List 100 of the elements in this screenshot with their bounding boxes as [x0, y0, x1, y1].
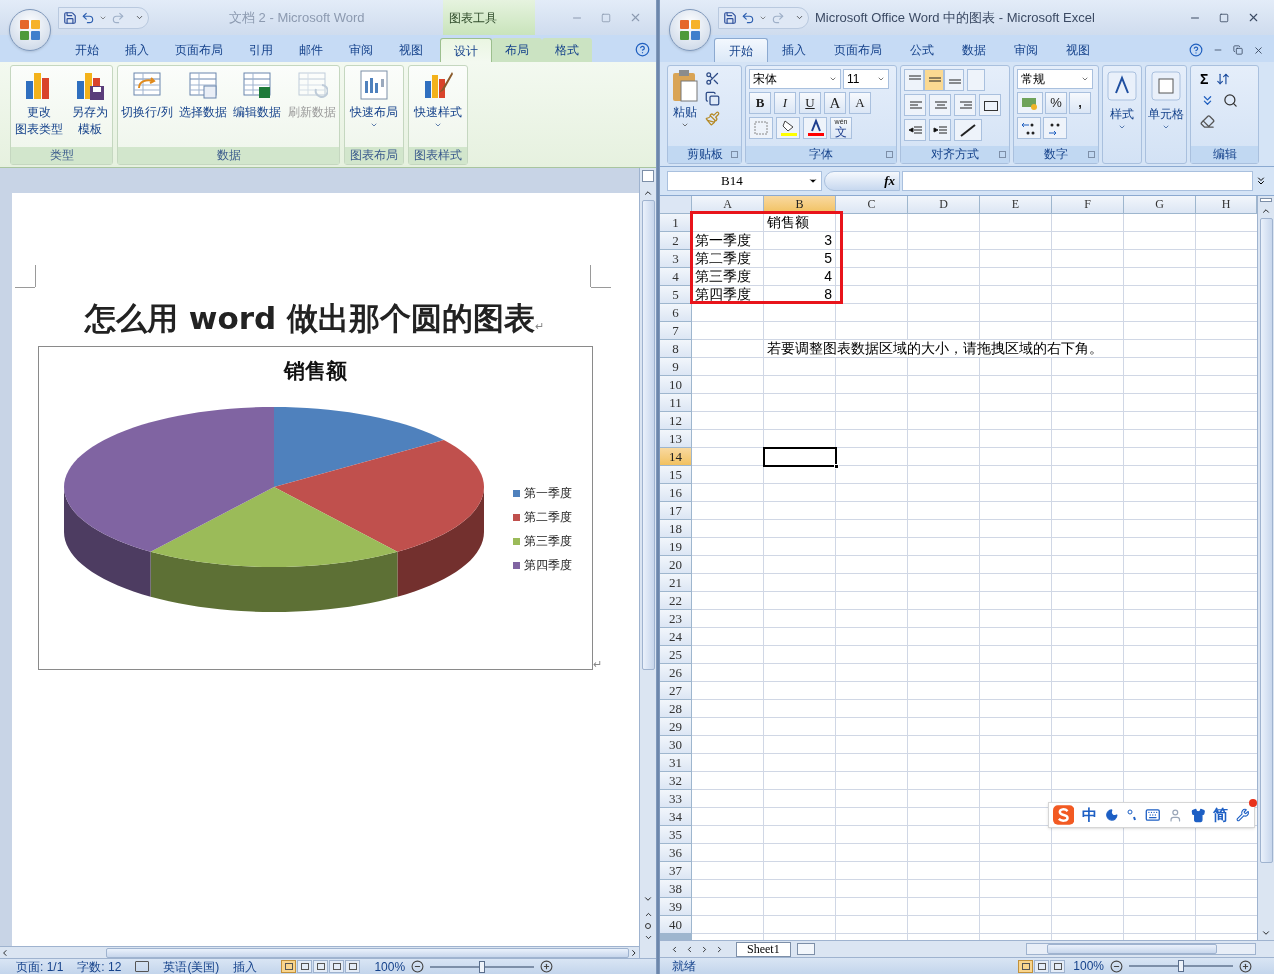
row-header[interactable]: 34 — [660, 808, 692, 826]
save-icon[interactable] — [723, 10, 737, 25]
row-header[interactable]: 17 — [660, 502, 692, 520]
column-header[interactable]: E — [980, 196, 1052, 213]
row-header[interactable]: 3 — [660, 250, 692, 268]
punctuation-icon[interactable] — [1127, 809, 1137, 821]
ribbon-tab[interactable]: 数据 — [948, 38, 1000, 62]
view-button[interactable] — [1018, 959, 1034, 973]
scrollbar-thumb[interactable] — [1259, 218, 1273, 863]
undo-icon[interactable] — [81, 10, 95, 25]
ribbon-button[interactable]: 更改 图表类型 — [14, 69, 65, 147]
column-header[interactable]: H — [1196, 196, 1257, 213]
ribbon-tab[interactable]: 插入 — [768, 38, 820, 62]
last-sheet-icon[interactable] — [715, 944, 724, 954]
zoom-thumb[interactable] — [1178, 960, 1184, 972]
customize-icon[interactable] — [135, 13, 144, 22]
fill-color-icon[interactable] — [776, 117, 800, 139]
ribbon-tab[interactable]: 审阅 — [1000, 38, 1052, 62]
decrease-indent-icon[interactable] — [904, 119, 926, 141]
row-header[interactable]: 27 — [660, 682, 692, 700]
row-header[interactable]: 7 — [660, 322, 692, 340]
ribbon-tab[interactable]: 布局 — [492, 38, 542, 62]
styles-button[interactable]: 样式 — [1106, 69, 1138, 131]
row-header[interactable]: 30 — [660, 736, 692, 754]
previous-page-icon[interactable] — [643, 910, 653, 919]
horizontal-scrollbar[interactable] — [1026, 943, 1256, 955]
row-header[interactable]: 21 — [660, 574, 692, 592]
row-header[interactable]: 36 — [660, 844, 692, 862]
ribbon-tab[interactable]: 页面布局 — [162, 38, 236, 62]
skin-icon[interactable] — [1190, 807, 1206, 823]
half-width-icon[interactable] — [1105, 808, 1119, 822]
row-header[interactable]: 13 — [660, 430, 692, 448]
row-header[interactable]: 11 — [660, 394, 692, 412]
row-header[interactable]: 20 — [660, 556, 692, 574]
column-header[interactable]: F — [1052, 196, 1124, 213]
row-header[interactable]: 1 — [660, 214, 692, 232]
ribbon-button[interactable]: 选择数据 — [177, 69, 228, 147]
ruler-toggle-icon[interactable] — [642, 170, 654, 182]
ribbon-button[interactable]: 快速布局 — [349, 69, 399, 147]
ribbon-button[interactable]: 编辑数据 — [232, 69, 283, 147]
ribbon-tab[interactable]: 审阅 — [336, 38, 386, 62]
view-button[interactable] — [345, 960, 361, 973]
scrollbar-thumb[interactable] — [105, 947, 630, 958]
ribbon-tab[interactable]: 视图 — [1052, 38, 1104, 62]
row-header[interactable]: 15 — [660, 466, 692, 484]
vertical-align-icon[interactable] — [944, 69, 964, 91]
scroll-up-icon[interactable] — [643, 188, 653, 198]
ribbon-tab[interactable]: 开始 — [62, 38, 112, 62]
underline-button[interactable]: U — [799, 92, 821, 114]
save-icon[interactable] — [63, 10, 77, 25]
ime-toolbar[interactable]: 中 简 — [1048, 802, 1255, 828]
row-header[interactable]: 18 — [660, 520, 692, 538]
zoom-out-icon[interactable] — [1110, 959, 1123, 973]
row-header[interactable]: 35 — [660, 826, 692, 844]
row-header[interactable]: 10 — [660, 376, 692, 394]
name-box[interactable]: B14 — [667, 171, 822, 191]
view-button[interactable] — [329, 960, 345, 973]
row-header[interactable]: 32 — [660, 772, 692, 790]
ribbon-button[interactable]: 另存为 模板 — [70, 69, 109, 147]
number-format-field[interactable]: 常规 — [1017, 69, 1093, 89]
ribbon-tab[interactable]: 开始 — [714, 38, 768, 62]
insert-sheet-icon[interactable] — [796, 943, 815, 955]
row-header[interactable]: 28 — [660, 700, 692, 718]
close-icon[interactable] — [1247, 11, 1260, 24]
scrollbar-thumb[interactable] — [641, 200, 655, 670]
view-button[interactable] — [297, 960, 313, 973]
zoom-in-icon[interactable] — [1239, 959, 1252, 973]
view-button[interactable] — [281, 960, 297, 973]
split-box[interactable] — [1260, 198, 1272, 202]
row-header[interactable]: 26 — [660, 664, 692, 682]
row-header[interactable]: 22 — [660, 592, 692, 610]
ribbon-tab[interactable]: 插入 — [112, 38, 162, 62]
help-icon[interactable] — [635, 42, 650, 57]
row-header[interactable]: 19 — [660, 538, 692, 556]
increase-decimal-icon[interactable] — [1017, 117, 1041, 139]
row-header[interactable]: 40 — [660, 916, 692, 934]
copy-icon[interactable] — [705, 91, 720, 106]
insert-function-button[interactable]: fx — [884, 171, 895, 191]
scroll-down-icon[interactable] — [1261, 928, 1271, 938]
decrease-decimal-icon[interactable] — [1043, 117, 1067, 139]
close-icon[interactable] — [1253, 44, 1264, 56]
next-sheet-icon[interactable] — [700, 944, 709, 954]
proofing-icon[interactable] — [135, 961, 150, 972]
sheet-tab[interactable]: Sheet1 — [736, 941, 791, 957]
row-header[interactable]: 14 — [660, 448, 692, 466]
autosum-button[interactable]: Σ — [1200, 71, 1209, 87]
first-sheet-icon[interactable] — [670, 944, 679, 954]
row-header[interactable]: 24 — [660, 628, 692, 646]
scroll-down-icon[interactable] — [643, 894, 653, 904]
row-header[interactable]: 33 — [660, 790, 692, 808]
column-header[interactable]: G — [1124, 196, 1196, 213]
zoom-thumb[interactable] — [479, 960, 486, 973]
ribbon-tab[interactable]: 设计 — [440, 38, 492, 62]
view-button[interactable] — [1050, 959, 1066, 973]
column-header[interactable]: D — [908, 196, 980, 213]
paste-button[interactable]: 粘贴 — [671, 69, 699, 129]
cut-icon[interactable] — [705, 71, 720, 86]
settings-icon[interactable] — [1236, 808, 1250, 822]
shrink-font-button[interactable]: A — [849, 92, 871, 114]
row-header[interactable]: 23 — [660, 610, 692, 628]
